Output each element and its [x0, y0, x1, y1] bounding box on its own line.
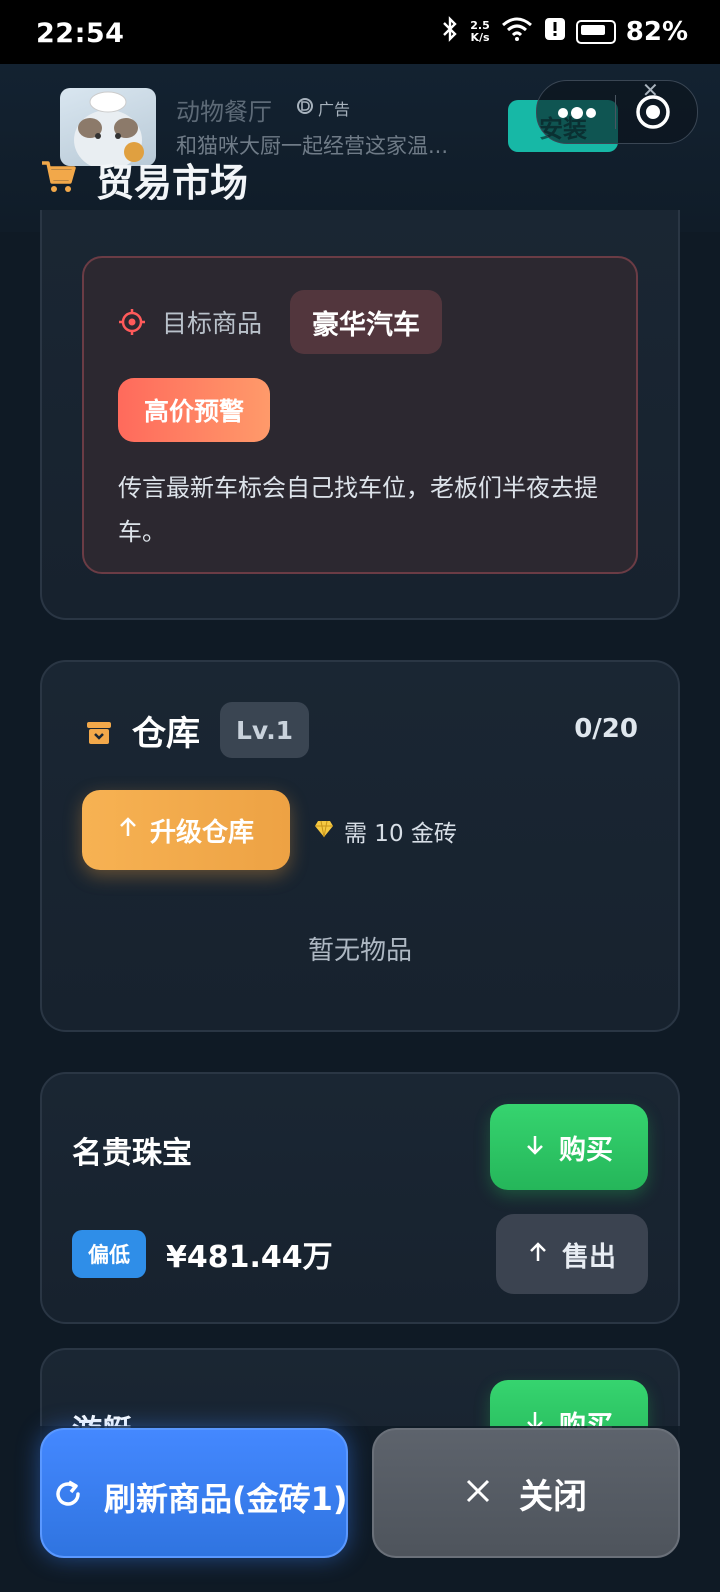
upgrade-warehouse-button[interactable]: 升级仓库	[82, 790, 290, 870]
market-news-card: 目标商品 豪华汽车 高价预警 传言最新车标会自己找车位，老板们半夜去提车。	[40, 210, 680, 620]
arrow-up-icon	[118, 815, 138, 845]
gold-gem-icon	[314, 818, 334, 844]
cart-icon	[40, 158, 76, 194]
warehouse-box-icon	[86, 720, 112, 746]
arrow-down-icon	[525, 1132, 545, 1163]
target-product-tag: 豪华汽车	[290, 290, 442, 354]
ad-tag: 广告	[296, 96, 350, 120]
buy-button[interactable]: 购买	[490, 1104, 648, 1190]
ad-logo-icon	[296, 97, 314, 119]
alert-icon	[544, 17, 566, 47]
upgrade-cost-text: 需 10 金砖	[344, 821, 457, 847]
refresh-products-button[interactable]: 刷新商品(金砖1)	[40, 1428, 348, 1558]
bluetooth-icon	[440, 16, 460, 48]
mini-program-capsule	[536, 80, 698, 144]
high-price-alert-badge: 高价预警	[118, 378, 271, 442]
status-icons: 2.5 K/s 82%	[440, 16, 688, 48]
warehouse-card: 仓库 Lv.1 0/20 升级仓库 需 10 金砖 暂无物品	[40, 660, 680, 1032]
network-speed-unit: K/s	[470, 31, 490, 44]
battery-level: 82%	[625, 17, 688, 47]
alert-description: 传言最新车标会自己找车位，老板们半夜去提车。	[118, 474, 598, 546]
target-icon	[118, 308, 146, 336]
warehouse-level-badge: Lv.1	[220, 702, 310, 758]
target-label: 目标商品	[162, 309, 263, 338]
product-name: 名贵珠宝	[72, 1136, 192, 1171]
warehouse-title: 仓库	[132, 714, 200, 754]
ad-title[interactable]: 动物餐厅	[176, 92, 272, 127]
close-button[interactable]: 关闭	[372, 1428, 680, 1558]
close-icon	[465, 1473, 491, 1513]
status-time: 22:54	[36, 18, 125, 49]
sell-label: 售出	[562, 1241, 616, 1273]
buy-label: 购买	[559, 1134, 613, 1166]
capsule-divider	[615, 95, 616, 129]
arrow-up-icon	[528, 1239, 548, 1270]
network-speed: 2.5 K/s	[470, 20, 490, 44]
sell-button[interactable]: 售出	[496, 1214, 648, 1294]
close-label: 关闭	[519, 1476, 587, 1517]
warehouse-capacity: 0/20	[574, 714, 638, 744]
page-title: 贸易市场	[96, 161, 249, 205]
price-trend-badge: 偏低	[72, 1230, 146, 1278]
product-price: ¥481.44万	[166, 1240, 333, 1275]
upgrade-warehouse-label: 升级仓库	[149, 817, 254, 848]
product-card: 名贵珠宝 购买 偏低 ¥481.44万 售出	[40, 1072, 680, 1324]
wifi-icon	[500, 16, 534, 48]
refresh-products-label: 刷新商品(金砖1)	[104, 1480, 348, 1518]
ad-close-icon[interactable]: ✕	[642, 78, 659, 102]
more-options-icon[interactable]	[555, 103, 599, 127]
target-alert-box: 目标商品 豪华汽车 高价预警 传言最新车标会自己找车位，老板们半夜去提车。	[82, 256, 638, 574]
refresh-icon	[52, 1478, 84, 1510]
upgrade-cost: 需 10 金砖	[314, 814, 457, 848]
warehouse-empty-text: 暂无物品	[307, 936, 412, 966]
battery-icon	[575, 20, 616, 44]
ad-tag-label: 广告	[318, 100, 351, 119]
status-bar: 22:54 2.5 K/s 82%	[0, 0, 720, 64]
